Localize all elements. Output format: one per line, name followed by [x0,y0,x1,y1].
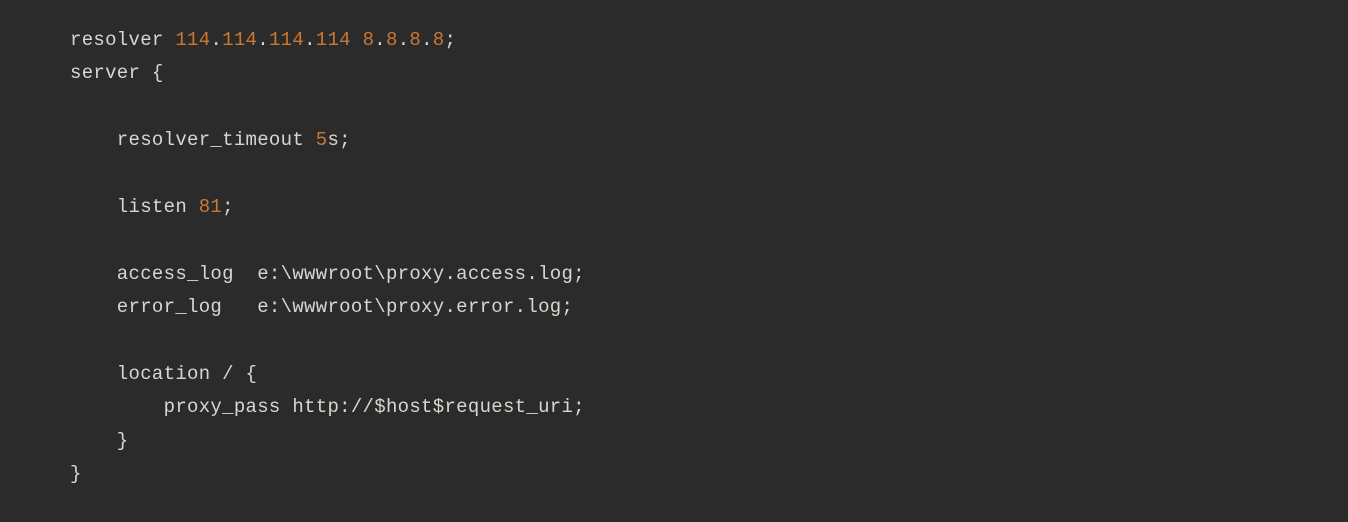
token-dot: . [304,29,316,51]
code-line-4: resolver_timeout 5s; [70,129,351,151]
code-block: resolver 114.114.114.114 8.8.8.8; server… [0,0,1348,492]
token-text: server { [70,62,164,84]
code-line-11: location / { [70,363,257,385]
code-line-14: } [70,463,82,485]
token-text: location / { [70,363,257,385]
code-line-2: server { [70,62,164,84]
token-text: access_log e:\wwwroot\proxy.access.log; [70,263,585,285]
token-brace: } [70,463,82,485]
code-line-1: resolver 114.114.114.114 8.8.8.8; [70,29,456,51]
token-dot: . [374,29,386,51]
token-number: 114 [316,29,351,51]
token-dot: . [257,29,269,51]
token-dot: . [210,29,222,51]
token-brace: } [70,430,129,452]
token-number: 114 [175,29,210,51]
token-number: 8 [386,29,398,51]
token-dot: . [421,29,433,51]
token-number: 8 [433,29,445,51]
token-number: 114 [222,29,257,51]
code-line-12: proxy_pass http://$host$request_uri; [70,396,585,418]
token-number: 8 [363,29,375,51]
token-dot: . [398,29,410,51]
token-number: 81 [199,196,222,218]
token-number: 8 [409,29,421,51]
token-text: resolver_timeout [70,129,316,151]
token-number: 5 [316,129,328,151]
token-space [351,29,363,51]
token-number: 114 [269,29,304,51]
code-line-6: listen 81; [70,196,234,218]
token-text: proxy_pass http://$host$request_uri; [70,396,585,418]
code-line-8: access_log e:\wwwroot\proxy.access.log; [70,263,585,285]
token-semicolon: ; [222,196,234,218]
token-text: listen [70,196,199,218]
token-text: error_log e:\wwwroot\proxy.error.log; [70,296,573,318]
token-text: s; [327,129,350,151]
token-semicolon: ; [445,29,457,51]
code-line-9: error_log e:\wwwroot\proxy.error.log; [70,296,573,318]
token-directive: resolver [70,29,175,51]
code-line-13: } [70,430,129,452]
